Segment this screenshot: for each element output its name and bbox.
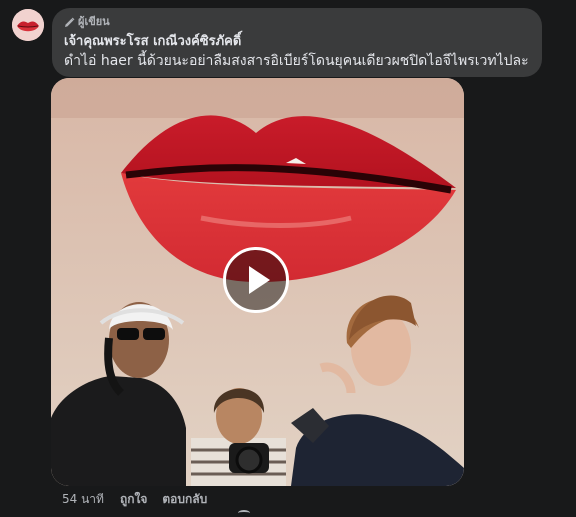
reply-button[interactable]: ตอบกลับ <box>162 490 207 508</box>
author-name-link[interactable]: เจ้าคุณพระโรส เกณีวงค์ซิรภัคดิ์ <box>64 33 530 50</box>
comment-timestamp[interactable]: 54 นาที <box>62 490 104 508</box>
comment-text: ดำไอ่ haer นี้ด้วยนะอย่าลืมสงสารอิเบียร์… <box>64 53 529 69</box>
avatar[interactable] <box>12 9 44 41</box>
pencil-icon <box>64 17 75 28</box>
lips-avatar-icon <box>12 9 44 41</box>
truncated-next-item <box>238 510 250 516</box>
author-badge: ผู้เขียน <box>64 15 530 29</box>
comment-bubble: ผู้เขียน เจ้าคุณพระโรส เกณีวงค์ซิรภัคดิ์… <box>52 8 542 77</box>
play-button[interactable] <box>223 247 289 313</box>
video-attachment[interactable] <box>51 78 464 486</box>
comment-actions: 54 นาที ถูกใจ ตอบกลับ <box>62 490 207 508</box>
like-button[interactable]: ถูกใจ <box>120 490 147 508</box>
play-icon <box>249 266 270 294</box>
author-badge-label: ผู้เขียน <box>78 15 110 28</box>
comment-thread: ผู้เขียน เจ้าคุณพระโรส เกณีวงค์ซิรภัคดิ์… <box>0 0 576 517</box>
